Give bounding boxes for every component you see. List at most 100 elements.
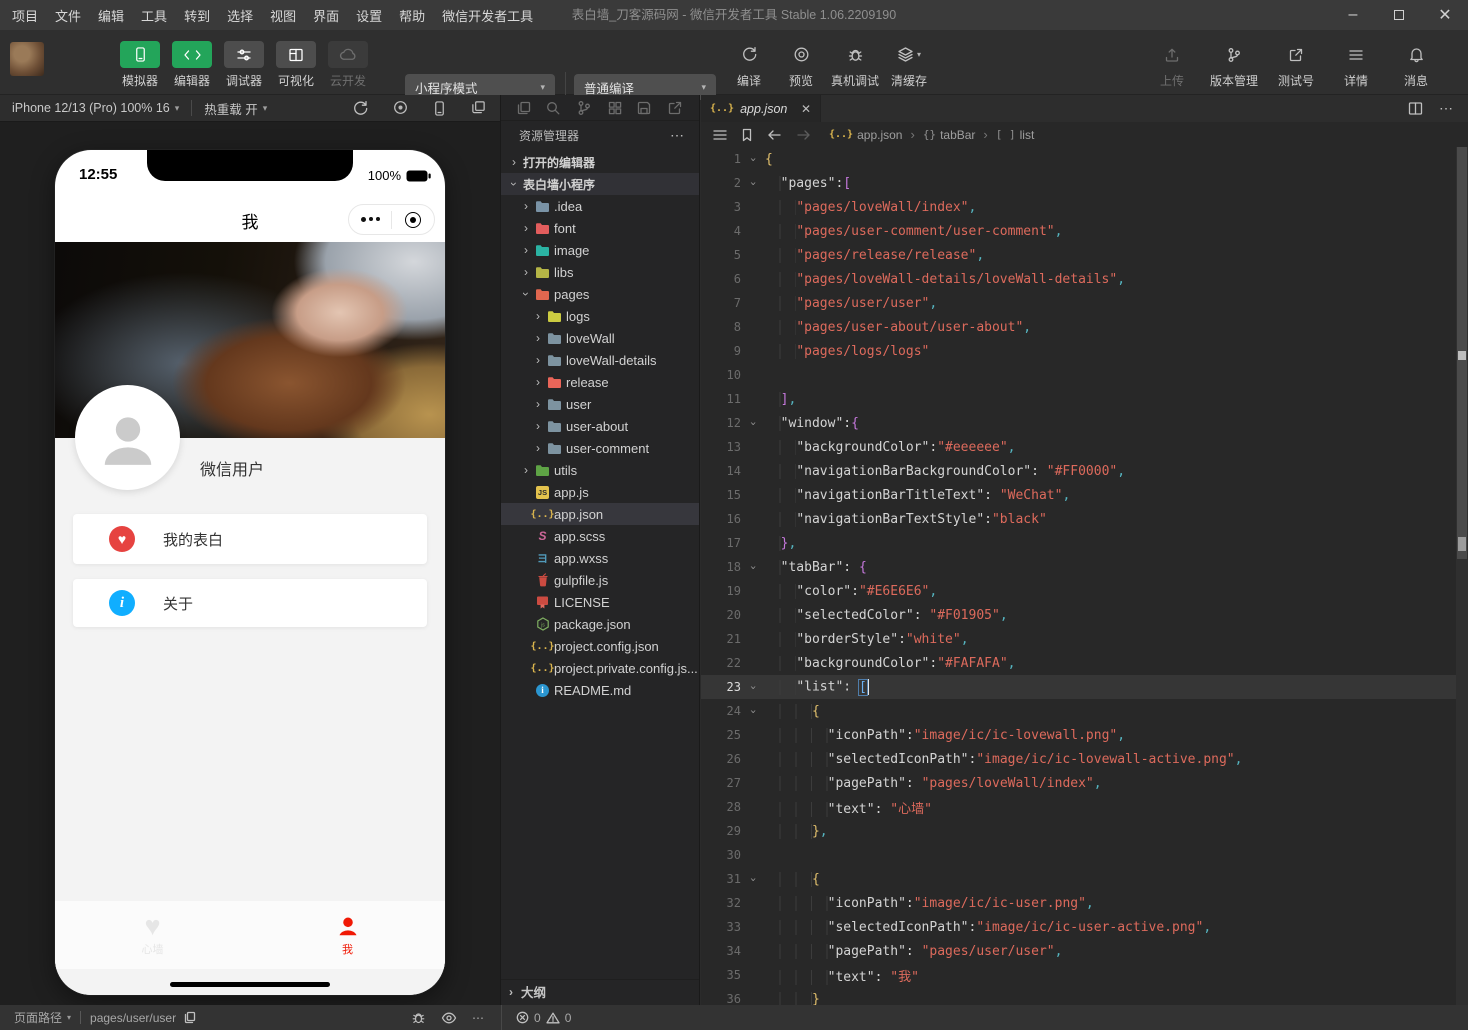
code-line-16[interactable]: 16 "navigationBarTextStyle":"black" xyxy=(701,507,1468,531)
explorer-item-user[interactable]: ›user xyxy=(501,393,699,415)
explorer-item-loveWall[interactable]: ›loveWall xyxy=(501,327,699,349)
outline-list-icon[interactable] xyxy=(713,129,727,141)
code-line-21[interactable]: 21 "borderStyle":"white", xyxy=(701,627,1468,651)
close-button[interactable]: ✕ xyxy=(1422,0,1468,30)
outline-section[interactable]: › 大纲 xyxy=(501,979,699,1003)
menu-item-视图[interactable]: 视图 xyxy=(270,6,296,25)
code-line-26[interactable]: 26 "selectedIconPath":"image/ic/ic-lovew… xyxy=(701,747,1468,771)
清缓存-button[interactable]: ▾清缓存 xyxy=(887,41,931,89)
more-actions-icon[interactable]: ⋯ xyxy=(472,1011,485,1025)
code-line-8[interactable]: 8 "pages/user-about/user-about", xyxy=(701,315,1468,339)
menu-item-选择[interactable]: 选择 xyxy=(227,6,253,25)
menu-item-about[interactable]: i关于 xyxy=(73,579,427,627)
编辑器-button[interactable]: 编辑器 xyxy=(170,41,214,89)
模拟器-button[interactable]: 模拟器 xyxy=(118,41,162,89)
code-line-35[interactable]: 35 "text": "我" xyxy=(701,963,1468,987)
explorer-item-package.json[interactable]: jspackage.json xyxy=(501,613,699,635)
explorer-item-pages[interactable]: ›pages xyxy=(501,283,699,305)
explorer-item-app.json[interactable]: {..}app.json xyxy=(501,503,699,525)
code-line-14[interactable]: 14 "navigationBarBackgroundColor": "#FF0… xyxy=(701,459,1468,483)
editor-scrollbar[interactable] xyxy=(1456,147,1468,1005)
explorer-item-libs[interactable]: ›libs xyxy=(501,261,699,283)
code-line-36[interactable]: 36 } xyxy=(701,987,1468,1005)
code-line-2[interactable]: 2› "pages":[ xyxy=(701,171,1468,195)
extensions-icon[interactable] xyxy=(608,101,622,115)
restart-icon[interactable] xyxy=(352,100,369,117)
menu-item-界面[interactable]: 界面 xyxy=(313,6,339,25)
code-line-10[interactable]: 10 xyxy=(701,363,1468,387)
调试器-button[interactable]: 调试器 xyxy=(222,41,266,89)
source-control-icon[interactable] xyxy=(576,100,592,116)
maximize-button[interactable] xyxy=(1376,0,1422,30)
explorer-item-font[interactable]: ›font xyxy=(501,217,699,239)
explorer-item-logs[interactable]: ›logs xyxy=(501,305,699,327)
breadcrumb-item-tabBar[interactable]: {}tabBar xyxy=(923,128,976,142)
bookmark-icon[interactable] xyxy=(741,128,753,142)
测试号-button[interactable]: 测试号 xyxy=(1274,41,1318,89)
code-line-3[interactable]: 3 "pages/loveWall/index", xyxy=(701,195,1468,219)
more-actions-icon[interactable]: ⋯ xyxy=(1439,100,1454,117)
forward-arrow-icon[interactable] xyxy=(796,129,811,141)
code-line-34[interactable]: 34 "pagePath": "pages/user/user", xyxy=(701,939,1468,963)
预览-button[interactable]: 预览 xyxy=(779,41,823,89)
menu-item-文件[interactable]: 文件 xyxy=(55,6,81,25)
eye-icon[interactable] xyxy=(441,1012,457,1024)
breadcrumb-item-app.json[interactable]: {..}app.json xyxy=(829,128,902,142)
more-actions-icon[interactable]: ⋯ xyxy=(670,127,685,144)
multi-window-icon[interactable] xyxy=(471,100,486,117)
menu-item-转到[interactable]: 转到 xyxy=(184,6,210,25)
code-line-5[interactable]: 5 "pages/release/release", xyxy=(701,243,1468,267)
code-line-1[interactable]: 1›{ xyxy=(701,147,1468,171)
code-line-27[interactable]: 27 "pagePath": "pages/loveWall/index", xyxy=(701,771,1468,795)
menu-item-项目[interactable]: 项目 xyxy=(12,6,38,25)
fold-chevron-icon[interactable]: › xyxy=(741,873,765,886)
user-avatar[interactable] xyxy=(10,42,44,76)
explorer-item-user-comment[interactable]: ›user-comment xyxy=(501,437,699,459)
explorer-item-release[interactable]: ›release xyxy=(501,371,699,393)
可视化-button[interactable]: 可视化 xyxy=(274,41,318,89)
explorer-item-app.js[interactable]: JSapp.js xyxy=(501,481,699,503)
explorer-item-loveWall-details[interactable]: ›loveWall-details xyxy=(501,349,699,371)
explorer-item-user-about[interactable]: ›user-about xyxy=(501,415,699,437)
explorer-item-image[interactable]: ›image xyxy=(501,239,699,261)
code-line-32[interactable]: 32 "iconPath":"image/ic/ic-user.png", xyxy=(701,891,1468,915)
code-line-7[interactable]: 7 "pages/user/user", xyxy=(701,291,1468,315)
explorer-item-project.config.json[interactable]: {..}project.config.json xyxy=(501,635,699,657)
hot-reload-toggle[interactable]: 热重载 开 ▾ xyxy=(204,99,267,118)
device-select[interactable]: iPhone 12/13 (Pro) 100% 16 ▾ xyxy=(12,101,179,115)
more-dots-icon[interactable] xyxy=(349,217,391,222)
code-line-33[interactable]: 33 "selectedIconPath":"image/ic/ic-user-… xyxy=(701,915,1468,939)
back-arrow-icon[interactable] xyxy=(767,129,782,141)
code-line-12[interactable]: 12› "window":{ xyxy=(701,411,1468,435)
code-line-11[interactable]: 11 ], xyxy=(701,387,1468,411)
explorer-item-app.scss[interactable]: Sapp.scss xyxy=(501,525,699,547)
page-path-select[interactable]: 页面路径 ▾ xyxy=(14,1009,71,1026)
code-line-25[interactable]: 25 "iconPath":"image/ic/ic-lovewall.png"… xyxy=(701,723,1468,747)
menu-item-my-confessions[interactable]: ♥我的表白 xyxy=(73,514,427,564)
explorer-item-README.md[interactable]: iREADME.md xyxy=(501,679,699,701)
user-avatar-circle[interactable] xyxy=(75,385,180,490)
tab-心墙[interactable]: ♥心墙 xyxy=(55,901,250,969)
编译-button[interactable]: 编译 xyxy=(727,41,771,89)
explorer-section-打开的编辑器[interactable]: ›打开的编辑器 xyxy=(501,151,699,173)
minimize-button[interactable]: – xyxy=(1330,0,1376,30)
code-line-19[interactable]: 19 "color":"#E6E6E6", xyxy=(701,579,1468,603)
code-line-22[interactable]: 22 "backgroundColor":"#FAFAFA", xyxy=(701,651,1468,675)
code-line-9[interactable]: 9 "pages/logs/logs" xyxy=(701,339,1468,363)
menu-item-微信开发者工具[interactable]: 微信开发者工具 xyxy=(442,6,533,25)
device-frame-icon[interactable] xyxy=(432,100,447,117)
explorer-item-LICENSE[interactable]: LICENSE xyxy=(501,591,699,613)
explorer-item-project.private.config.js...[interactable]: {..}project.private.config.js... xyxy=(501,657,699,679)
menu-item-编辑[interactable]: 编辑 xyxy=(98,6,124,25)
problems-indicator[interactable]: 0 0 xyxy=(501,1005,571,1030)
code-line-31[interactable]: 31› { xyxy=(701,867,1468,891)
code-line-18[interactable]: 18› "tabBar": { xyxy=(701,555,1468,579)
fold-chevron-icon[interactable]: › xyxy=(741,177,765,190)
真机调试-button[interactable]: 真机调试 xyxy=(831,41,879,89)
explorer-item-gulpfile.js[interactable]: gulpfile.js xyxy=(501,569,699,591)
tab-我[interactable]: 我 xyxy=(250,901,445,969)
breadcrumb-item-list[interactable]: [ ]list xyxy=(996,128,1035,142)
code-line-24[interactable]: 24› { xyxy=(701,699,1468,723)
close-icon[interactable]: ✕ xyxy=(801,102,811,116)
code-line-4[interactable]: 4 "pages/user-comment/user-comment", xyxy=(701,219,1468,243)
